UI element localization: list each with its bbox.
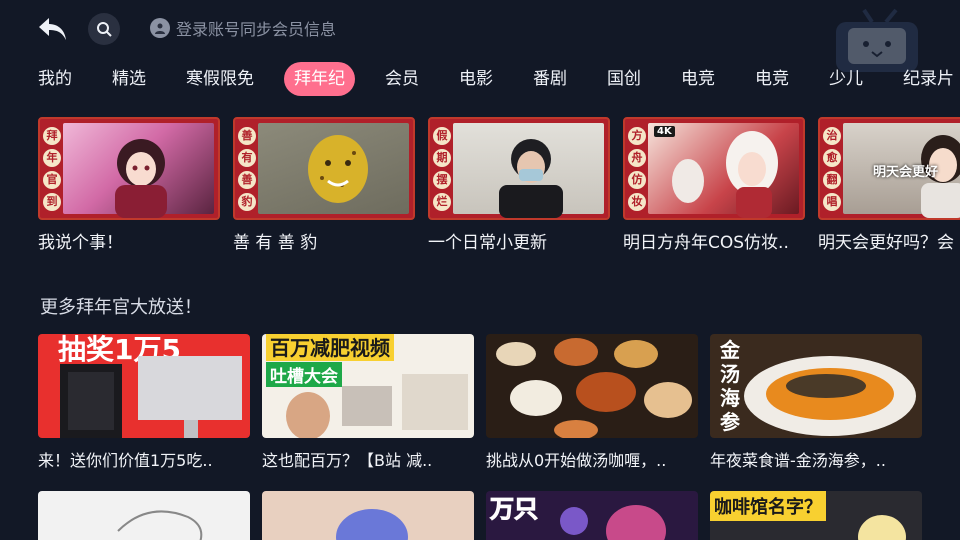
pc-monitor-image xyxy=(60,356,242,438)
thumbnail-caption: 金汤海参 xyxy=(720,338,740,434)
tab-esports-2[interactable]: 电竞 xyxy=(745,62,799,96)
back-arrow-icon xyxy=(39,18,66,40)
tag-char: 年 xyxy=(43,149,61,167)
tag-char: 摆 xyxy=(433,171,451,189)
tag-char: 仿 xyxy=(628,171,646,189)
tag-char: 期 xyxy=(433,149,451,167)
tag-char: 有 xyxy=(238,149,256,167)
host-face-image xyxy=(286,374,468,438)
video-title: 来！送你们价值1万5吃.. xyxy=(38,451,213,470)
category-tabs: 我的精选寒假限免拜年纪会员电影番剧国创电竞电竞少儿纪录片综艺生 xyxy=(28,62,960,98)
tag-char: 翻 xyxy=(823,171,841,189)
food-table-image xyxy=(496,338,692,438)
masked-man-image xyxy=(499,139,563,218)
video-card[interactable]: 挑战从0开始做汤咖喱，.. xyxy=(486,334,698,471)
tab-winter-free[interactable]: 寒假限免 xyxy=(176,62,264,96)
cosplay-girl-image xyxy=(672,131,778,218)
tag-stamps: 方 舟 仿 妆 xyxy=(628,127,646,211)
video-card[interactable]: 万只 xyxy=(486,491,698,540)
video-title: 挑战从0开始做汤咖喱，.. xyxy=(486,451,667,470)
tag-char: 唱 xyxy=(823,193,841,211)
featured-card[interactable]: 善 有 善 豹 善 有 善 豹 xyxy=(233,117,415,253)
tag-char: 愈 xyxy=(823,149,841,167)
video-title: 善 有 善 豹 xyxy=(233,233,318,253)
tag-char: 妆 xyxy=(628,193,646,211)
tab-kids[interactable]: 少儿 xyxy=(819,62,873,96)
search-button[interactable] xyxy=(88,13,120,45)
featured-row: 拜 年 官 到 我说个事！ 善 有 善 豹 善 有 善 豹 假 期 摆 烂 一个… xyxy=(38,117,960,257)
tag-char: 豹 xyxy=(238,193,256,211)
resolution-badge: 4K xyxy=(654,126,675,137)
tab-mine[interactable]: 我的 xyxy=(28,62,82,96)
video-thumbnail: 金汤海参 xyxy=(710,334,922,438)
video-card[interactable] xyxy=(38,491,250,540)
tag-stamps: 治 愈 翻 唱 xyxy=(823,127,841,211)
video-title: 年夜菜食谱-金汤海参，.. xyxy=(710,451,886,470)
video-grid-row: 抽奖1万5 来！送你们价值1万5吃.. 百万减肥视频 吐槽大会 这也配百万？【B… xyxy=(38,334,960,474)
video-thumbnail: 百万减肥视频 吐槽大会 xyxy=(262,334,474,438)
tab-movie[interactable]: 电影 xyxy=(449,62,503,96)
video-thumbnail: 假 期 摆 烂 xyxy=(428,117,610,220)
tag-char: 拜 xyxy=(43,127,61,145)
tag-stamps: 善 有 善 豹 xyxy=(238,127,256,211)
login-hint-text: 登录账号同步会员信息 xyxy=(176,20,337,39)
login-hint[interactable]: 登录账号同步会员信息 xyxy=(150,17,336,39)
video-title: 明日方舟年COS仿妆.. xyxy=(623,233,789,253)
tab-drama[interactable]: 番剧 xyxy=(523,62,577,96)
video-card[interactable]: 百万减肥视频 吐槽大会 这也配百万？【B站 减.. xyxy=(262,334,474,471)
top-bar: 登录账号同步会员信息 xyxy=(0,0,960,72)
search-icon xyxy=(97,22,112,37)
video-card[interactable]: 金汤海参 年夜菜食谱-金汤海参，.. xyxy=(710,334,922,471)
section-title: 更多拜年官大放送！ xyxy=(40,297,202,318)
tag-stamps: 假 期 摆 烂 xyxy=(433,127,451,211)
video-title: 我说个事！ xyxy=(38,233,123,253)
tab-vip[interactable]: 会员 xyxy=(375,62,429,96)
video-thumbnail: 抽奖1万5 xyxy=(38,334,250,438)
featured-card[interactable]: 拜 年 官 到 我说个事！ xyxy=(38,117,220,253)
tab-esports[interactable]: 电竞 xyxy=(671,62,725,96)
featured-card[interactable]: 治 愈 翻 唱 明天会更好 明天会更好吗？会 xyxy=(818,117,960,253)
featured-card[interactable]: 假 期 摆 烂 一个日常小更新 xyxy=(428,117,610,253)
tag-stamps: 拜 年 官 到 xyxy=(43,127,61,211)
video-thumbnail xyxy=(486,334,698,438)
video-thumbnail: 治 愈 翻 唱 明天会更好 xyxy=(818,117,960,220)
tag-char: 善 xyxy=(238,171,256,189)
user-avatar-icon xyxy=(150,18,170,38)
video-title: 明天会更好吗？会 xyxy=(818,233,954,253)
video-title: 这也配百万？【B站 减.. xyxy=(262,451,433,470)
video-card[interactable]: 咖啡馆名字？ xyxy=(710,491,922,540)
anime-character-image xyxy=(336,509,408,540)
sketch-image xyxy=(117,510,203,540)
video-thumbnail: 善 有 善 豹 xyxy=(233,117,415,220)
tag-char: 假 xyxy=(433,127,451,145)
vtuber-image xyxy=(560,505,666,540)
video-thumbnail: 拜 年 官 到 xyxy=(38,117,220,220)
tag-char: 善 xyxy=(238,127,256,145)
video-thumbnail: 方 舟 仿 妆 4K xyxy=(623,117,805,220)
anime-girl-image xyxy=(858,515,906,540)
tag-char: 方 xyxy=(628,127,646,145)
tab-guochuang[interactable]: 国创 xyxy=(597,62,651,96)
tab-documentary[interactable]: 纪录片 xyxy=(893,62,960,96)
tag-char: 官 xyxy=(43,171,61,189)
video-title: 一个日常小更新 xyxy=(428,233,547,253)
leopard-costume-image xyxy=(308,135,368,203)
video-card[interactable] xyxy=(262,491,474,540)
video-grid-row: 万只 咖啡馆名字？ xyxy=(38,491,960,540)
tag-char: 治 xyxy=(823,127,841,145)
tab-new-year[interactable]: 拜年纪 xyxy=(284,62,355,96)
tag-char: 舟 xyxy=(628,149,646,167)
video-card[interactable]: 抽奖1万5 来！送你们价值1万5吃.. xyxy=(38,334,250,471)
tab-featured[interactable]: 精选 xyxy=(102,62,156,96)
featured-card[interactable]: 方 舟 仿 妆 4K 明日方舟年COS仿妆.. xyxy=(623,117,805,253)
tag-char: 到 xyxy=(43,193,61,211)
anime-girl-image xyxy=(115,139,167,218)
tag-char: 烂 xyxy=(433,193,451,211)
back-button[interactable] xyxy=(36,12,70,46)
thumbnail-caption: 明天会更好 xyxy=(873,165,939,180)
